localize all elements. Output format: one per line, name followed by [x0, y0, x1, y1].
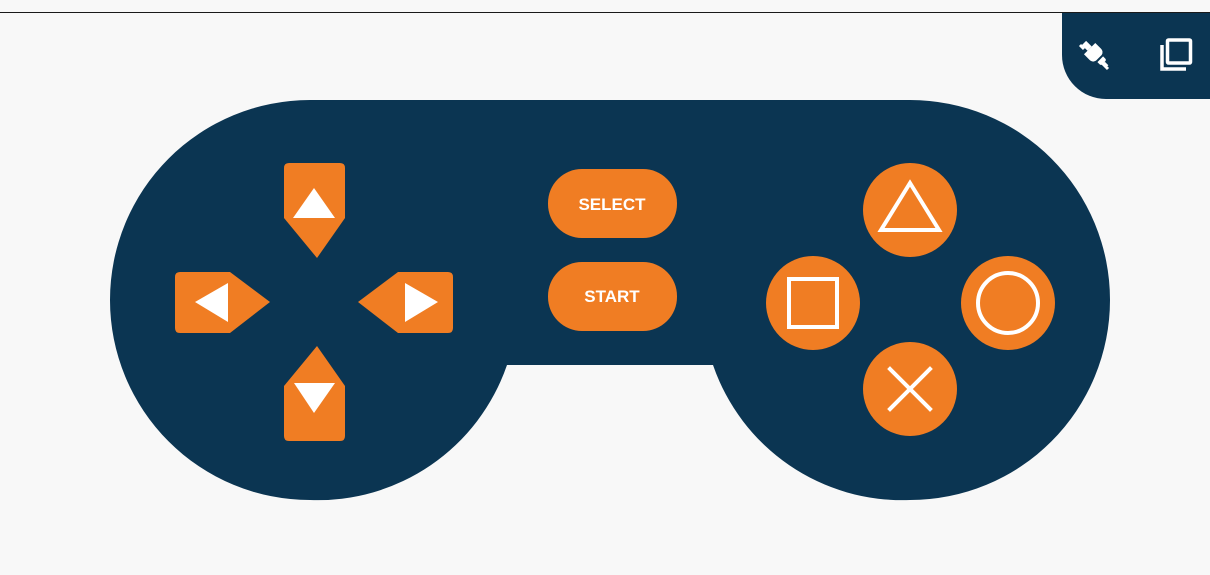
triangle-button[interactable] [863, 163, 957, 257]
select-label: SELECT [578, 195, 646, 214]
gamepad: SELECT START [110, 100, 1110, 501]
circle-button[interactable] [961, 256, 1055, 350]
start-label: START [584, 287, 640, 306]
cross-button[interactable] [863, 342, 957, 436]
start-button[interactable]: START [548, 262, 677, 331]
square-button[interactable] [766, 256, 860, 350]
select-button[interactable]: SELECT [548, 169, 677, 238]
